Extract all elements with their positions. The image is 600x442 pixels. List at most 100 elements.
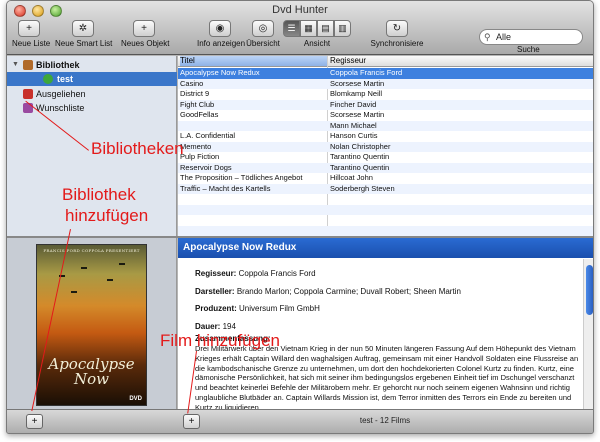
table-row[interactable]: Mann Michael xyxy=(178,120,593,131)
director-cell: Soderbergh Steven xyxy=(330,183,395,193)
helicopter-silhouette xyxy=(119,263,125,265)
cast-label: Darsteller: xyxy=(195,287,235,296)
new-list-button[interactable]: + Neue Liste xyxy=(12,20,51,54)
annotation-add-library-line2: hinzufügen xyxy=(65,206,149,225)
detail-title: Apocalypse Now Redux xyxy=(178,238,593,258)
detail-pane: Apocalypse Now Redux Regisseur: Coppola … xyxy=(178,238,593,412)
producer-line: Produzent: Universum Film GmbH xyxy=(195,304,320,313)
table-row[interactable]: Casino Scorsese Martin xyxy=(178,78,593,89)
table-row[interactable]: Reservoir Dogs Tarantino Quentin xyxy=(178,162,593,173)
sidebar-item-borrowed[interactable]: Ausgeliehen xyxy=(7,87,177,101)
detail-scrollbar[interactable] xyxy=(583,259,593,409)
empty-table-row xyxy=(178,204,593,215)
poster-title: Apocalypse Now xyxy=(48,355,135,388)
table-row[interactable]: L.A. Confidential Hanson Curtis xyxy=(178,131,593,142)
title-cell: Casino xyxy=(180,78,204,88)
view-switcher[interactable]: ☰ ▦ ▤ ▥ Ansicht xyxy=(283,20,351,54)
column-header-director[interactable]: Regisseur xyxy=(330,56,366,66)
new-smart-list-button[interactable]: ✲ Neue Smart List xyxy=(55,20,113,54)
director-cell: Nolan Christopher xyxy=(330,141,391,151)
list-view-icon[interactable]: ☰ xyxy=(283,20,300,37)
table-row[interactable]: Fight Club Fincher David xyxy=(178,99,593,110)
annotation-libraries: Bibliotheken xyxy=(91,139,184,158)
helicopter-silhouette xyxy=(107,279,113,281)
title-cell: Memento xyxy=(180,141,212,151)
annotation-add-library-line1: Bibliothek xyxy=(62,185,136,204)
director-line: Regisseur: Coppola Francis Ford xyxy=(195,269,316,278)
sidebar-item-label: Bibliothek xyxy=(36,60,80,70)
view-segments[interactable]: ☰ ▦ ▤ ▥ xyxy=(283,20,351,37)
producer-value: Universum Film GmbH xyxy=(239,304,320,313)
director-cell: Hanson Curtis xyxy=(330,131,378,140)
overview-button[interactable]: ◎ Übersicht xyxy=(245,20,281,54)
new-smart-list-label: Neue Smart List xyxy=(55,39,113,48)
status-text: test - 12 Films xyxy=(359,416,411,425)
sidebar-item-wishlist[interactable]: Wunschliste xyxy=(7,101,177,115)
plus-icon: + xyxy=(18,20,40,37)
title-cell: Fight Club xyxy=(180,99,215,109)
table-row[interactable]: District 9 Blomkamp Neill xyxy=(178,89,593,100)
search-scope-text: Alle xyxy=(496,32,512,42)
title-cell: L.A. Confidential xyxy=(180,131,236,140)
title-cell: Reservoir Dogs xyxy=(180,162,232,172)
table-row[interactable]: Pulp Fiction Tarantino Quentin xyxy=(178,152,593,163)
director-cell: Hillcoat John xyxy=(330,173,373,182)
annotation-add-film: Film hinzufügen xyxy=(160,331,281,350)
table-row[interactable]: GoodFellas Scorsese Martin xyxy=(178,110,593,121)
director-cell: Fincher David xyxy=(330,99,377,109)
disclosure-triangle-icon[interactable]: ▼ xyxy=(12,58,19,72)
director-cell: Coppola Francis Ford xyxy=(330,68,403,77)
dvd-badge: DVD xyxy=(129,396,142,402)
table-row[interactable]: Memento Nolan Christopher xyxy=(178,141,593,152)
show-info-button[interactable]: ◉ Info anzeigen xyxy=(197,20,245,54)
title-cell: The Proposition – Tödliches Angebot xyxy=(180,173,303,182)
search-field[interactable]: ⚲ Alle xyxy=(479,29,583,45)
cover-grid-icon[interactable]: ▦ xyxy=(300,20,317,37)
table-row[interactable]: The Proposition – Tödliches Angebot Hillc… xyxy=(178,173,593,184)
producer-label: Produzent: xyxy=(195,304,237,313)
duration-line: Dauer: 194 xyxy=(195,322,236,331)
helicopter-silhouette xyxy=(81,267,87,269)
scrollbar-thumb[interactable] xyxy=(586,265,593,315)
director-label: Regisseur: xyxy=(195,269,237,278)
duration-value: 194 xyxy=(222,322,236,331)
title-cell: GoodFellas xyxy=(180,110,219,119)
duration-label: Dauer: xyxy=(195,322,221,331)
title-cell: Apocalypse Now Redux xyxy=(180,68,260,77)
poster-credit: FRANCIS FORD COPPOLA PRESENTIERT xyxy=(43,248,140,253)
table-row[interactable]: Traffic – Macht des Kartells Soderbergh S… xyxy=(178,183,593,194)
new-object-button[interactable]: + Neues Objekt xyxy=(121,20,169,54)
director-cell: Scorsese Martin xyxy=(330,78,385,88)
empty-table-row xyxy=(178,194,593,205)
eye-icon: ◎ xyxy=(252,20,274,37)
sidebar-item-label: test xyxy=(57,74,74,84)
empty-table-row xyxy=(178,215,593,226)
director-cell: Tarantino Quentin xyxy=(330,152,390,161)
table-header: Titel Regisseur xyxy=(178,56,593,67)
director-cell: Blomkamp Neill xyxy=(330,89,383,98)
cover-flow-icon[interactable]: ▥ xyxy=(334,20,351,37)
sidebar-item-library[interactable]: ▼ Bibliothek xyxy=(7,58,177,72)
sync-button[interactable]: ↻ Synchronisiere xyxy=(367,20,427,54)
sync-label: Synchronisiere xyxy=(370,39,424,48)
helicopter-silhouette xyxy=(71,291,77,293)
table-row[interactable]: Apocalypse Now Redux Coppola Francis Ford xyxy=(178,68,593,79)
search-icon: ⚲ xyxy=(484,32,491,42)
sidebar-item-label: Wunschliste xyxy=(36,103,85,113)
film-table: Titel Regisseur Apocalypse Now Redux Copp… xyxy=(178,56,593,236)
column-header-title[interactable]: Titel xyxy=(180,56,327,66)
overview-label: Übersicht xyxy=(246,39,280,48)
info-icon: ◉ xyxy=(209,20,231,37)
sidebar-item-test[interactable]: test xyxy=(7,72,177,86)
title-bar: Dvd Hunter + Neue Liste ✲ Neue Smart Lis… xyxy=(7,1,593,55)
search-label: Suche xyxy=(517,45,540,54)
gear-icon: ✲ xyxy=(72,20,94,37)
grid-view-icon[interactable]: ▤ xyxy=(317,20,334,37)
cast-line: Darsteller: Brando Marlon; Coppola Carmi… xyxy=(195,287,461,296)
sidebar-item-label: Ausgeliehen xyxy=(36,89,86,99)
library-icon xyxy=(23,60,33,70)
bottom-bar: + + test - 12 Films xyxy=(7,409,593,433)
plus-icon: + xyxy=(133,20,155,37)
new-list-label: Neue Liste xyxy=(12,39,51,48)
green-list-icon xyxy=(43,74,53,84)
